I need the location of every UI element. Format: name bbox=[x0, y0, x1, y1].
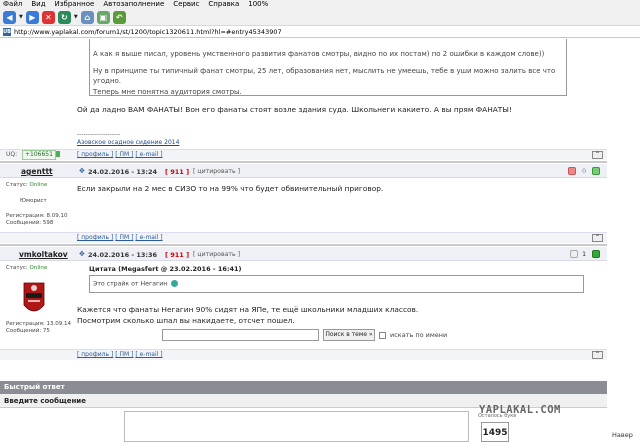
menu-help[interactable]: Справка bbox=[208, 0, 239, 9]
user-reg-date: Регистрация: 8.09.10 bbox=[6, 213, 68, 219]
site-watermark: YAPLAKAL.COM bbox=[479, 404, 561, 416]
refresh-icon[interactable]: ↻ bbox=[57, 10, 71, 24]
post-2-text: Если закрыли на 2 мес в СИЗО то на 99% ч… bbox=[77, 184, 384, 193]
email-link[interactable]: [ e-mail ] bbox=[135, 351, 162, 358]
email-link[interactable]: [ e-mail ] bbox=[135, 151, 162, 158]
rate-up-icon[interactable] bbox=[592, 250, 600, 258]
status-online: Online bbox=[29, 265, 48, 271]
post-2-date: 24.02.2016 - 13:24 bbox=[88, 168, 158, 176]
status-label: Статус: bbox=[6, 182, 28, 188]
url-field[interactable]: http://www.yaplakal.com/forum1/st/1200/t… bbox=[14, 27, 282, 38]
post-2-cite[interactable]: [ цитировать ] bbox=[193, 168, 240, 175]
user-avatar bbox=[21, 279, 47, 321]
post-1-footer: UQ: +106651 [ профиль ] [ ПМ ] [ e-mail … bbox=[0, 149, 607, 160]
post-3-links: [ профиль ] [ ПМ ] [ e-mail ] bbox=[77, 351, 163, 358]
post-link-icon[interactable]: ✥ bbox=[79, 167, 85, 175]
post-2-meta: Статус: Online Юморист Регистрация: 8.09… bbox=[6, 182, 67, 227]
profile-link[interactable]: [ профиль ] bbox=[77, 351, 113, 358]
site-favicon: UB bbox=[3, 28, 11, 36]
undo-icon[interactable]: ↶ bbox=[112, 10, 126, 24]
chars-left-counter: 1495 bbox=[481, 422, 509, 442]
post-3-number[interactable]: [ 911 ] bbox=[165, 251, 189, 259]
post-2-number[interactable]: [ 911 ] bbox=[165, 168, 189, 176]
scroll-top-button[interactable]: ⌃ bbox=[592, 351, 603, 359]
pm-link[interactable]: [ ПМ ] bbox=[115, 151, 133, 158]
right-margin bbox=[607, 39, 640, 442]
signature-link[interactable]: Азовское осадное сидение 2014 bbox=[77, 139, 179, 146]
post-3-date: 24.02.2016 - 13:36 bbox=[88, 251, 158, 259]
search-by-name-label: искать по имени bbox=[390, 331, 448, 339]
stop-icon[interactable]: ✕ bbox=[41, 10, 55, 24]
forum-page: А как я выше писал, уровень умственного … bbox=[0, 39, 607, 442]
pm-link[interactable]: [ ПМ ] bbox=[115, 234, 133, 241]
quick-reply-bar[interactable]: Быстрый ответ bbox=[0, 381, 607, 394]
post-2-rating: 0 bbox=[582, 167, 587, 175]
quote-line-1: А как я выше писал, уровень умственного … bbox=[93, 50, 545, 58]
address-bar[interactable]: UB http://www.yaplakal.com/forum1/st/120… bbox=[0, 27, 640, 38]
post-3-footer: [ профиль ] [ ПМ ] [ e-mail ] ⌃ bbox=[0, 349, 607, 360]
menu-file[interactable]: Файл bbox=[3, 0, 22, 9]
search-button[interactable]: Поиск в теме » bbox=[323, 329, 375, 341]
rate-down-icon[interactable] bbox=[570, 250, 578, 258]
back-dropdown-icon[interactable]: ▼ bbox=[19, 11, 23, 24]
menu-service[interactable]: Сервис bbox=[173, 0, 199, 9]
post-1-text: Ой да ладно ВАМ ФАНАТЫ! Вон его фанаты с… bbox=[77, 105, 512, 114]
quote-block: А как я выше писал, уровень умственного … bbox=[89, 39, 567, 96]
post-3-line-2: Посмотрим сколько шпал вы накидаете, отс… bbox=[77, 316, 295, 325]
profile-link[interactable]: [ профиль ] bbox=[77, 151, 113, 158]
post-link-icon[interactable]: ✥ bbox=[79, 250, 85, 258]
zoom-level: 100% bbox=[248, 0, 269, 8]
smiley-icon bbox=[171, 280, 179, 287]
status-label: Статус: bbox=[6, 265, 28, 271]
message-textarea[interactable] bbox=[124, 411, 469, 442]
uq-label: UQ: bbox=[6, 151, 18, 158]
refresh-dropdown-icon[interactable]: ▼ bbox=[74, 11, 78, 24]
post-3-username[interactable]: vmkoltakov bbox=[19, 250, 68, 259]
email-link[interactable]: [ e-mail ] bbox=[135, 234, 162, 241]
save-page-icon[interactable]: ▣ bbox=[96, 10, 110, 24]
scroll-top-button[interactable]: ⌃ bbox=[592, 151, 603, 159]
inner-quote-box: Это страйк от Негагин bbox=[89, 275, 584, 293]
inner-quote-text: Это страйк от Негагин bbox=[93, 280, 168, 288]
menu-autofill[interactable]: Автозаполнение bbox=[103, 0, 164, 9]
signature-separator: -------------------- bbox=[77, 131, 121, 138]
menu-bar: Файл Вид Избранное Автозаполнение Сервис… bbox=[0, 0, 640, 9]
quote-line-3: Теперь мне понятна аудитория смотры. bbox=[93, 87, 242, 96]
nav-up-button[interactable]: Навер bbox=[612, 431, 633, 439]
post-3-text: Кажется что фанаты Негагин 90% сидят на … bbox=[77, 304, 418, 326]
browser-toolbar: ◀ ▼ ▶ ✕ ↻ ▼ ⌂ ▣ ↶ bbox=[0, 9, 640, 26]
inner-quote-header: Цитата (Megasfert @ 23.02.2016 - 16:41) bbox=[89, 265, 242, 273]
post-3-cite[interactable]: [ цитировать ] bbox=[193, 251, 240, 258]
scroll-top-button[interactable]: ⌃ bbox=[592, 234, 603, 242]
search-by-name-checkbox[interactable] bbox=[379, 332, 386, 339]
rate-up-icon[interactable] bbox=[592, 167, 600, 175]
menu-view[interactable]: Вид bbox=[31, 0, 45, 9]
post-3-header: vmkoltakov ✥ 24.02.2016 - 13:36 [ 911 ] … bbox=[0, 247, 607, 261]
post-separator bbox=[0, 161, 607, 163]
post-2-footer: [ профиль ] [ ПМ ] [ e-mail ] ⌃ bbox=[0, 232, 607, 243]
search-input[interactable] bbox=[162, 329, 319, 341]
rate-down-icon[interactable] bbox=[568, 167, 576, 175]
post-2-username[interactable]: agenttt bbox=[21, 167, 53, 176]
user-rank: Юморист bbox=[20, 198, 47, 204]
post-2-links: [ профиль ] [ ПМ ] [ e-mail ] bbox=[77, 234, 163, 241]
post-3-rating: 1 bbox=[582, 250, 587, 258]
post-1-links: [ профиль ] [ ПМ ] [ e-mail ] bbox=[77, 151, 163, 158]
quote-line-2: Ну в принципе ты типичный фанат смотры, … bbox=[93, 66, 556, 86]
post-separator bbox=[0, 244, 607, 246]
post-3-line-1: Кажется что фанаты Негагин 90% сидят на … bbox=[77, 305, 419, 314]
user-msg-count: Сообщений: 598 bbox=[6, 220, 54, 226]
uq-badge: +106651 bbox=[22, 150, 56, 160]
forward-icon[interactable]: ▶ bbox=[25, 10, 39, 24]
pm-link[interactable]: [ ПМ ] bbox=[115, 351, 133, 358]
status-online: Online bbox=[29, 182, 48, 188]
post-2-header: agenttt ✥ 24.02.2016 - 13:24 [ 911 ] [ ц… bbox=[0, 164, 607, 178]
search-row: Поиск в теме » искать по имени bbox=[0, 326, 607, 343]
back-icon[interactable]: ◀ bbox=[3, 10, 16, 24]
uq-plus-icon[interactable] bbox=[56, 151, 60, 157]
menu-favorites[interactable]: Избранное bbox=[55, 0, 95, 9]
home-icon[interactable]: ⌂ bbox=[80, 10, 94, 24]
profile-link[interactable]: [ профиль ] bbox=[77, 234, 113, 241]
